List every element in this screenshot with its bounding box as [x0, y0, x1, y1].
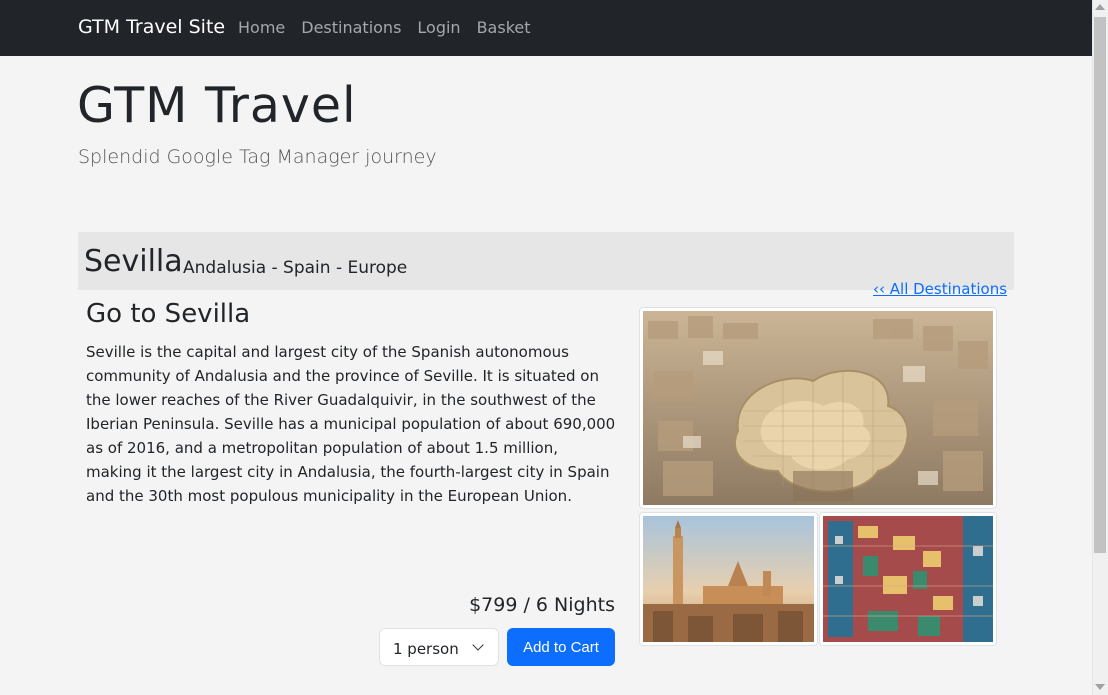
site-subtitle: Splendid Google Tag Manager journey: [78, 146, 437, 168]
destination-description: Seville is the capital and largest city …: [86, 343, 616, 505]
nav-home[interactable]: Home: [238, 18, 285, 37]
destination-cathedral-photo: [639, 512, 818, 646]
nav-links: Home Destinations Login Basket: [238, 18, 531, 37]
scrollbar-thumb[interactable]: [1094, 17, 1106, 553]
city-name: Sevilla: [84, 244, 183, 279]
nav-destinations[interactable]: Destinations: [301, 18, 401, 37]
persons-select[interactable]: 1 person: [379, 628, 499, 666]
destination-main-photo: [639, 307, 997, 509]
nav-login[interactable]: Login: [417, 18, 460, 37]
add-to-cart-button[interactable]: Add to Cart: [507, 628, 615, 666]
destination-heading: Go to Sevilla: [86, 299, 251, 329]
chevron-down-icon: [472, 639, 484, 651]
scroll-up-arrow-icon[interactable]: [1095, 4, 1105, 10]
brand-link[interactable]: GTM Travel Site: [78, 16, 225, 38]
city-region: Andalusia - Spain - Europe: [183, 258, 408, 278]
persons-select-value: 1 person: [393, 640, 459, 658]
all-destinations-link[interactable]: ‹‹ All Destinations: [873, 280, 1007, 298]
cathedral-image: [643, 516, 814, 642]
price-label: $799 / 6 Nights: [469, 594, 615, 616]
site-title: GTM Travel: [77, 77, 357, 134]
tiles-image: [823, 516, 993, 642]
nav-basket[interactable]: Basket: [477, 18, 531, 37]
metropol-parasol-image: [643, 311, 993, 505]
destination-tiles-photo: [819, 512, 997, 646]
scroll-down-arrow-icon[interactable]: [1095, 684, 1105, 690]
navbar: GTM Travel Site Home Destinations Login …: [0, 0, 1092, 56]
